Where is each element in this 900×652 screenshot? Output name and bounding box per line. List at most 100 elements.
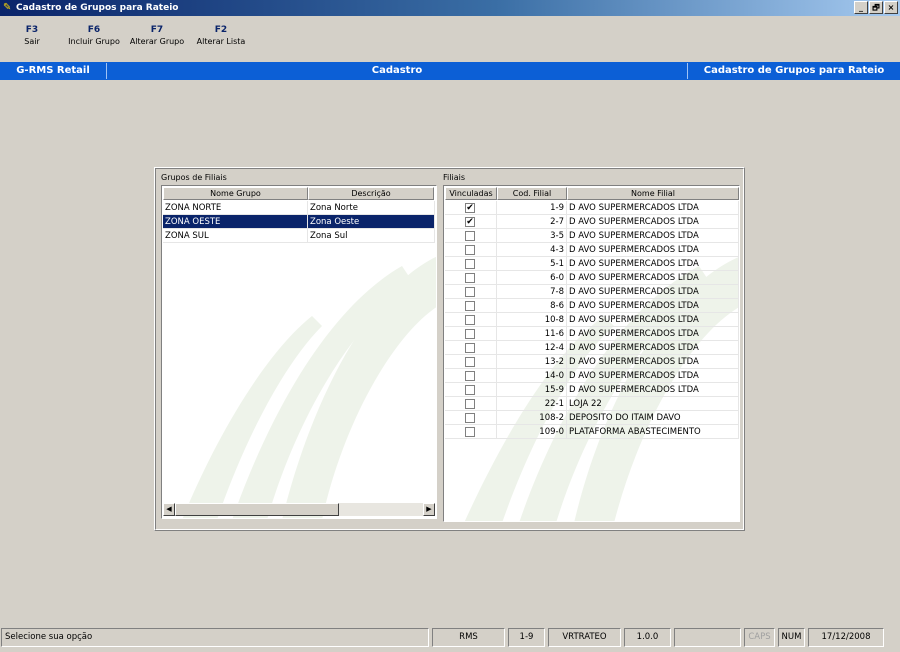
section-name: Cadastro xyxy=(371,65,423,76)
branch-name-cell: D AVO SUPERMERCADOS LTDA xyxy=(567,341,739,355)
linked-cell xyxy=(445,341,497,355)
scroll-thumb[interactable] xyxy=(175,503,339,516)
branch-row[interactable]: 4-3 D AVO SUPERMERCADOS LTDA xyxy=(445,243,739,257)
group-row-selected[interactable]: ZONA OESTE Zona Oeste xyxy=(163,215,435,229)
branch-row[interactable]: ✔ 2-7 D AVO SUPERMERCADOS LTDA xyxy=(445,215,739,229)
edit-list-button[interactable]: F2 Alterar Lista xyxy=(194,24,248,48)
branch-name-cell: LOJA 22 xyxy=(567,397,739,411)
branch-code-cell: 4-3 xyxy=(497,243,567,257)
scroll-left-icon[interactable]: ◀ xyxy=(163,503,175,516)
branch-name-cell: D AVO SUPERMERCADOS LTDA xyxy=(567,355,739,369)
linked-cell xyxy=(445,425,497,439)
branch-row[interactable]: 6-0 D AVO SUPERMERCADOS LTDA xyxy=(445,271,739,285)
edit-list-label: Alterar Lista xyxy=(196,37,246,46)
branch-code-cell: 8-6 xyxy=(497,299,567,313)
linked-checkbox[interactable]: ✔ xyxy=(465,203,475,213)
linked-cell xyxy=(445,355,497,369)
linked-checkbox[interactable] xyxy=(465,245,475,255)
branch-name-cell: D AVO SUPERMERCADOS LTDA xyxy=(567,229,739,243)
linked-checkbox[interactable] xyxy=(465,385,475,395)
branch-row[interactable]: 15-9 D AVO SUPERMERCADOS LTDA xyxy=(445,383,739,397)
branch-row[interactable]: 7-8 D AVO SUPERMERCADOS LTDA xyxy=(445,285,739,299)
linked-checkbox[interactable] xyxy=(465,231,475,241)
linked-cell xyxy=(445,229,497,243)
groups-hscrollbar[interactable]: ◀ ▶ xyxy=(163,503,435,516)
branch-name-cell: D AVO SUPERMERCADOS LTDA xyxy=(567,243,739,257)
linked-cell: ✔ xyxy=(445,201,497,215)
branch-row[interactable]: 13-2 D AVO SUPERMERCADOS LTDA xyxy=(445,355,739,369)
branch-row[interactable]: 14-0 D AVO SUPERMERCADOS LTDA xyxy=(445,369,739,383)
linked-cell xyxy=(445,271,497,285)
linked-checkbox[interactable] xyxy=(465,315,475,325)
linked-cell xyxy=(445,327,497,341)
branch-row[interactable]: 11-6 D AVO SUPERMERCADOS LTDA xyxy=(445,327,739,341)
status-version: 1.0.0 xyxy=(624,628,671,647)
branch-code-cell: 14-0 xyxy=(497,369,567,383)
branch-row[interactable]: ✔ 1-9 D AVO SUPERMERCADOS LTDA xyxy=(445,201,739,215)
status-date: 17/12/2008 xyxy=(808,628,884,647)
branches-grid[interactable]: Vinculadas Cod. Filial Nome Filial ✔ 1-9 D… xyxy=(443,185,740,522)
linked-checkbox[interactable] xyxy=(465,329,475,339)
branch-row[interactable]: 8-6 D AVO SUPERMERCADOS LTDA xyxy=(445,299,739,313)
window-title: Cadastro de Grupos para Rateio xyxy=(16,3,179,13)
linked-cell xyxy=(445,383,497,397)
linked-cell: ✔ xyxy=(445,215,497,229)
edit-group-key: F7 xyxy=(150,25,164,35)
branch-code-cell: 5-1 xyxy=(497,257,567,271)
branch-name-cell: D AVO SUPERMERCADOS LTDA xyxy=(567,257,739,271)
linked-checkbox[interactable] xyxy=(465,399,475,409)
close-button[interactable]: × xyxy=(884,1,898,14)
group-name-cell: ZONA OESTE xyxy=(163,215,308,229)
linked-checkbox[interactable] xyxy=(465,259,475,269)
restore-button[interactable]: 🗗 xyxy=(869,1,883,14)
branch-row[interactable]: 22-1 LOJA 22 xyxy=(445,397,739,411)
app-name: G-RMS Retail xyxy=(16,65,90,76)
branch-row[interactable]: 12-4 D AVO SUPERMERCADOS LTDA xyxy=(445,341,739,355)
linked-checkbox[interactable] xyxy=(465,301,475,311)
branch-code-cell: 7-8 xyxy=(497,285,567,299)
group-row[interactable]: ZONA NORTE Zona Norte xyxy=(163,201,435,215)
branch-row[interactable]: 3-5 D AVO SUPERMERCADOS LTDA xyxy=(445,229,739,243)
col-group-name[interactable]: Nome Grupo xyxy=(163,187,308,200)
linked-checkbox[interactable]: ✔ xyxy=(465,217,475,227)
branch-name-cell: D AVO SUPERMERCADOS LTDA xyxy=(567,271,739,285)
linked-checkbox[interactable] xyxy=(465,357,475,367)
linked-cell xyxy=(445,257,497,271)
branch-name-cell: D AVO SUPERMERCADOS LTDA xyxy=(567,383,739,397)
add-group-label: Incluir Grupo xyxy=(68,37,120,46)
linked-checkbox[interactable] xyxy=(465,287,475,297)
linked-cell xyxy=(445,397,497,411)
status-program: VRTRATEO xyxy=(548,628,621,647)
col-linked[interactable]: Vinculadas xyxy=(445,187,497,200)
linked-cell xyxy=(445,411,497,425)
groups-title: Grupos de Filiais xyxy=(161,173,227,182)
add-group-button[interactable]: F6 Incluir Grupo xyxy=(66,24,122,48)
branch-code-cell: 13-2 xyxy=(497,355,567,369)
linked-checkbox[interactable] xyxy=(465,273,475,283)
status-caps: CAPS xyxy=(744,628,775,647)
linked-checkbox[interactable] xyxy=(465,413,475,423)
groups-grid[interactable]: Nome Grupo Descrição ZONA NORTE Zona Nor… xyxy=(161,185,437,519)
status-system: RMS xyxy=(432,628,505,647)
linked-checkbox[interactable] xyxy=(465,427,475,437)
group-desc-cell: Zona Norte xyxy=(308,201,435,215)
group-desc-cell: Zona Oeste xyxy=(308,215,435,229)
linked-cell xyxy=(445,313,497,327)
exit-button[interactable]: F3 Sair xyxy=(20,24,44,48)
edit-group-button[interactable]: F7 Alterar Grupo xyxy=(127,24,187,48)
linked-checkbox[interactable] xyxy=(465,343,475,353)
linked-checkbox[interactable] xyxy=(465,371,475,381)
branch-row[interactable]: 108-2 DEPOSITO DO ITAIM DAVO xyxy=(445,411,739,425)
linked-cell xyxy=(445,299,497,313)
toolbar: F3 Sair F6 Incluir Grupo F7 Alterar Grup… xyxy=(0,18,900,58)
branch-row[interactable]: 10-8 D AVO SUPERMERCADOS LTDA xyxy=(445,313,739,327)
status-message: Selecione sua opção xyxy=(1,628,429,647)
branch-row[interactable]: 109-0 PLATAFORMA ABASTECIMENTO xyxy=(445,425,739,439)
scroll-right-icon[interactable]: ▶ xyxy=(423,503,435,516)
col-description[interactable]: Descrição xyxy=(308,187,434,200)
col-branch-code[interactable]: Cod. Filial xyxy=(497,187,567,200)
col-branch-name[interactable]: Nome Filial xyxy=(567,187,739,200)
branch-row[interactable]: 5-1 D AVO SUPERMERCADOS LTDA xyxy=(445,257,739,271)
minimize-button[interactable]: _ xyxy=(854,1,868,14)
group-row[interactable]: ZONA SUL Zona Sul xyxy=(163,229,435,243)
